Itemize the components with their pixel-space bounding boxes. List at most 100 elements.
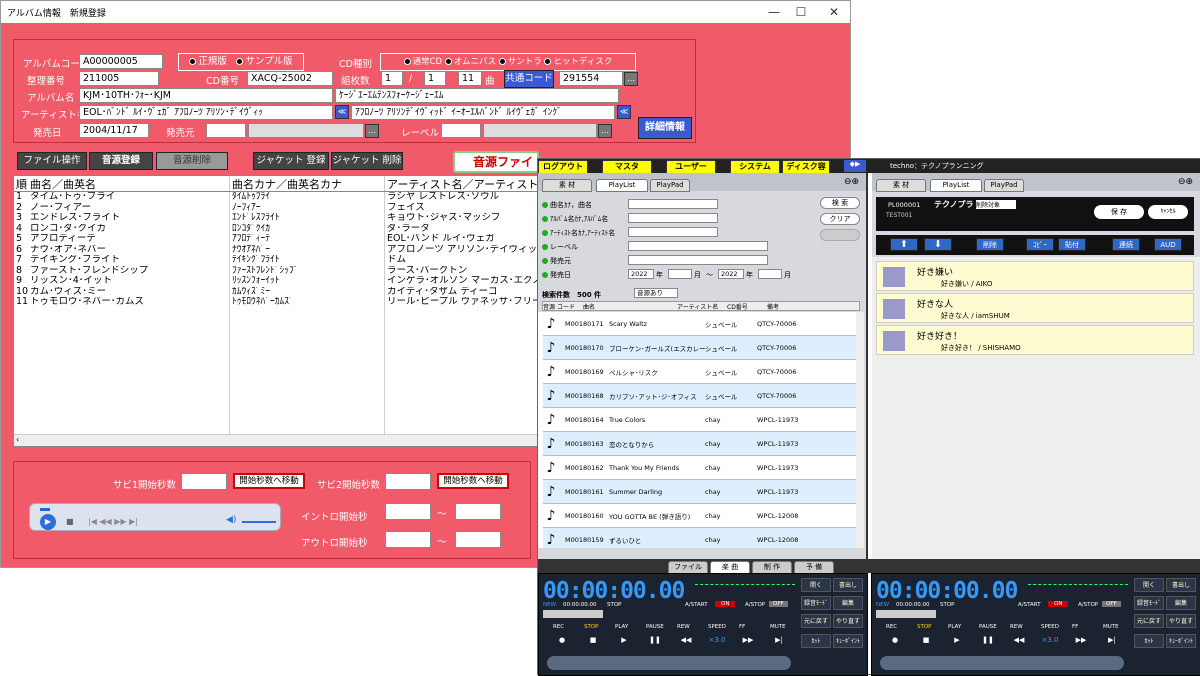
cd-type-radio-group[interactable]: 通常CD オムニバス サントラ ヒットディスク (380, 53, 636, 71)
label-code-field[interactable] (441, 123, 481, 138)
omnibus-radio[interactable]: オムニバス (454, 57, 496, 67)
intro-end-field[interactable] (455, 503, 501, 520)
speed-display[interactable]: ×3.0 (1038, 636, 1062, 648)
artist-kana-field[interactable]: ｱﾌﾛﾉｰﾂ ｱﾘｿﾝﾃﾞｲｳﾞｨｯﾄﾞ ｲｰｵｰｴﾙﾊﾞﾝﾄﾞ ﾙｲｳﾞｪｶﾞ… (351, 105, 615, 120)
horizontal-scrollbar[interactable]: ‹ (14, 434, 538, 446)
transport-icon[interactable]: ▶| (1103, 636, 1121, 648)
transport-icon[interactable]: ● (553, 636, 571, 648)
transport-icon[interactable]: ● (886, 636, 904, 648)
volume-icon[interactable]: ◀) (226, 515, 236, 525)
save-button[interactable]: 保 存 (1094, 205, 1144, 219)
pl-copy-button[interactable]: ｺﾋﾟｰ (1026, 238, 1054, 251)
album-code-field[interactable]: A00000005 (79, 54, 163, 69)
audio-filter-select[interactable]: 音源あり (634, 288, 678, 298)
transport-icon[interactable]: ▶ (615, 636, 633, 648)
search-publisher-select[interactable] (628, 255, 768, 265)
redo-button[interactable]: やり直す (833, 614, 863, 628)
cue-button[interactable]: ｷｭｰﾎﾟｲﾝﾄ (833, 634, 863, 648)
search-album-field[interactable] (628, 213, 718, 223)
common-code-field[interactable]: 291554 (559, 71, 623, 86)
cut-button[interactable]: ｶｯﾄ (1134, 634, 1164, 648)
transport-icon[interactable]: ❚❚ (646, 636, 664, 648)
outro-end-field[interactable] (455, 531, 501, 548)
track-row[interactable]: ♪ M00180160 YOU GOTTA BE (弾き語り) chay WPCL-12… (543, 504, 861, 528)
intro-start-field[interactable] (385, 503, 431, 520)
search-artist-field[interactable] (628, 227, 718, 237)
seiki-radio[interactable]: 正規版 (198, 56, 227, 67)
transport-icon[interactable]: ◀◀ (1010, 636, 1028, 648)
col-title-kana[interactable]: 曲名カナ／曲英名カナ (230, 176, 385, 191)
astart-on-toggle[interactable]: ON (715, 601, 736, 607)
track-row[interactable]: ♪ M00180163 恋のとなりから chay WPCL-11973 (543, 432, 861, 456)
zoom-icons[interactable]: ⊖⊕ (844, 177, 859, 187)
sabi2-move-button[interactable]: 開始秒数へ移動 (437, 473, 509, 489)
open-button[interactable]: 開く (801, 578, 831, 592)
playpad-item[interactable]: 好きな人 好きな人 / iamSHUM (876, 293, 1194, 323)
year-to-field[interactable]: 2022 (718, 269, 744, 279)
publisher-code-field[interactable] (206, 123, 246, 138)
maximize-button[interactable]: ☐ (786, 1, 816, 23)
user-button[interactable]: ユーザー (666, 160, 716, 174)
col-order[interactable]: 順 (14, 176, 28, 191)
zoom-icons-right[interactable]: ⊖⊕ (1178, 177, 1193, 187)
playpad-item[interactable]: 好き好き！ 好き好き！ / SHISHAMO (876, 325, 1194, 355)
tab-material[interactable]: 素 材 (542, 179, 592, 192)
track-count-field[interactable]: 11 (458, 71, 482, 86)
table-row[interactable]: 2 ノー･フィアー ﾉｰﾌｨｱｰ フェイス (14, 202, 538, 213)
label-browse-button[interactable]: … (598, 124, 612, 138)
playpad-item[interactable]: 好き嫌い 好き嫌い / AIKO (876, 261, 1194, 291)
edition-radio-group[interactable]: 正規版 サンプル版 (178, 53, 304, 71)
pl-delete-button[interactable]: 削除 (976, 238, 1004, 251)
search-label-select[interactable] (628, 241, 768, 251)
seek-bar[interactable] (40, 508, 50, 511)
track-row[interactable]: ♪ M00180169 ペルシャ･リスク シュベール QTCY-70006 (543, 360, 861, 384)
cd-number-field[interactable]: XACQ-25002 (247, 71, 333, 86)
register-jacket-button[interactable]: ジャケット 登録 (253, 152, 329, 170)
table-row[interactable]: 1 タイム･トゥ･フライ ﾀｲﾑﾄｩﾌﾗｲ ラシヤ レストレス･ソウル (14, 192, 538, 203)
publisher-browse-button[interactable]: … (365, 124, 379, 138)
table-row[interactable]: 8 ファースト･フレンドシップ ﾌｧｰｽﾄﾌﾚﾝﾄﾞｼｯﾌﾟ ラース･バークトン (14, 265, 538, 276)
edit-button[interactable]: 編集 (833, 596, 863, 610)
artist-kana-copy-button[interactable]: ≪ (617, 105, 631, 119)
tab-playlist-right[interactable]: PlayList (930, 179, 982, 192)
clear-button[interactable]: クリア (820, 213, 860, 225)
sabi2-field[interactable] (385, 473, 431, 490)
table-row[interactable]: 7 テイキング･フライト ﾃｲｷﾝｸﾞﾌﾗｲﾄ ドム (14, 255, 538, 266)
delete-audio-button[interactable]: 音源削除 (156, 152, 228, 170)
volume-slider[interactable] (242, 521, 276, 523)
transport-icon[interactable]: ■ (584, 636, 602, 648)
track-row[interactable]: ♪ M00180171 Scary Waltz シュベール QTCY-70006 (543, 312, 861, 336)
master-button[interactable]: マスタ (602, 160, 652, 174)
redo-button[interactable]: やり直す (1166, 614, 1196, 628)
col-title[interactable]: 曲名／曲英名 (28, 176, 230, 191)
register-audio-button[interactable]: 音源登録 (89, 152, 153, 170)
release-date-field[interactable]: 2004/11/17 (79, 123, 149, 138)
detail-button[interactable]: 詳細情報 (638, 117, 692, 139)
export-button[interactable]: 書出し (1166, 578, 1196, 592)
speed-display[interactable]: ×3.0 (705, 636, 729, 648)
position-slider[interactable] (880, 656, 1124, 670)
transport-icon[interactable]: ❚❚ (979, 636, 997, 648)
col-artist[interactable]: アーティスト名／アーティスト英名 (385, 176, 538, 191)
year-from-field[interactable]: 2022 (628, 269, 654, 279)
mode-buttons[interactable] (543, 610, 603, 618)
tab-playpad[interactable]: PlayPad (650, 179, 690, 192)
rec-button[interactable]: 録音ﾓｰﾄﾞ (801, 596, 831, 610)
table-row[interactable]: 4 ロンコ･ダ･クイカ ﾛﾝｺﾀﾞｸｲｶ ダ･ラータ (14, 223, 538, 234)
pl-link-button[interactable]: 連続 (1112, 238, 1140, 251)
transport-icon[interactable]: ▶▶ (1072, 636, 1090, 648)
month-to-select[interactable] (758, 269, 782, 279)
system-button[interactable]: システム (730, 160, 780, 174)
move-up-icon[interactable]: ⬆ (890, 238, 918, 251)
undo-button[interactable]: 元に戻す (801, 614, 831, 628)
search-button[interactable]: 検 索 (820, 197, 860, 209)
hit-disc-radio[interactable]: ヒットディスク (553, 57, 612, 67)
track-row[interactable]: ♪ M00180161 Summer Darling chay WPCL-11973 (543, 480, 861, 504)
pl-aud-button[interactable]: AUD (1154, 238, 1182, 251)
table-row[interactable]: 9 リッスン･4･イットﾘｯｽﾝﾌｫｰｲｯﾄインゲラ･オルソン マーカス･エクノソ… (14, 276, 538, 287)
track-row[interactable]: ♪ M00180162 Thank You My Friends chay WPCL-1… (543, 456, 861, 480)
disc-number-field[interactable]: 1 (381, 71, 403, 86)
play-icon[interactable]: ▶ (40, 514, 56, 530)
tab-playpad-right[interactable]: PlayPad (984, 179, 1024, 192)
move-down-icon[interactable]: ⬇ (924, 238, 952, 251)
